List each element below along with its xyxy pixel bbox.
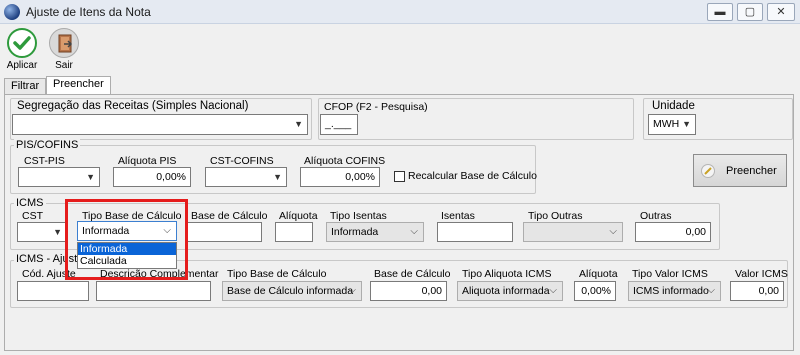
maximize-button[interactable]: ▢ — [737, 3, 763, 21]
tipo-valor-value: ICMS informado — [633, 285, 709, 297]
tipo-aliquota-value: Aliquota informada — [462, 285, 550, 297]
exit-button[interactable]: Sair — [44, 28, 84, 71]
chevron-down-icon: ⌵ — [707, 285, 715, 296]
dropdown-arrow-icon: ▼ — [86, 172, 95, 182]
cod-ajuste-input[interactable] — [17, 281, 89, 301]
tipo-outras-select[interactable]: ⌵ — [523, 222, 623, 242]
unidade-value: MWH — [653, 118, 680, 130]
minimize-button[interactable]: ▬ — [707, 3, 733, 21]
door-exit-icon — [49, 28, 79, 58]
tipo-valor-label: Tipo Valor ICMS — [632, 268, 708, 280]
outras-input[interactable]: 0,00 — [635, 222, 711, 242]
apply-label: Aplicar — [6, 60, 38, 71]
ajuste-base-label: Base de Cálculo — [374, 268, 451, 280]
chevron-down-icon: ⌵ — [163, 225, 171, 236]
window-title: Ajuste de Itens da Nota — [26, 5, 151, 19]
chevron-down-icon: ⌵ — [549, 285, 557, 296]
chevron-down-icon: ⌵ — [348, 285, 356, 296]
tipo-aliquota-label: Tipo Aliquota ICMS — [462, 268, 552, 280]
close-button[interactable]: ✕ — [767, 3, 795, 21]
icms-tipo-base-value: Informada — [82, 225, 130, 237]
cfop-input[interactable]: _.___ — [320, 114, 358, 135]
cst-cofins-label: CST-COFINS — [210, 155, 274, 167]
unidade-select[interactable]: MWH ▼ — [648, 114, 696, 135]
unidade-label: Unidade — [652, 100, 695, 112]
preencher-label: Preencher — [726, 165, 777, 177]
aliquota-cofins-label: Alíquota COFINS — [304, 155, 386, 167]
tipo-outras-label: Tipo Outras — [528, 210, 583, 222]
dropdown-option-calculada[interactable]: Calculada — [78, 255, 176, 267]
app-globe-icon — [4, 4, 20, 20]
segregacao-select[interactable]: ▼ — [12, 114, 308, 135]
tipo-isentas-select[interactable]: Informada ⌵ — [326, 222, 424, 242]
aliquota-pis-label: Alíquota PIS — [118, 155, 177, 167]
dropdown-arrow-icon: ▼ — [682, 119, 691, 129]
icms-label: ICMS — [14, 197, 46, 209]
recalcular-label: Recalcular Base de Cálculo — [408, 170, 537, 182]
dropdown-arrow-icon: ▼ — [294, 119, 303, 129]
pis-cofins-label: PIS/COFINS — [14, 139, 81, 151]
cst-cofins-select[interactable]: ▼ — [205, 167, 287, 187]
cst-pis-select[interactable]: ▼ — [18, 167, 100, 187]
icms-tipo-base-select[interactable]: Informada ⌵ — [77, 221, 177, 241]
isentas-label: Isentas — [441, 210, 475, 222]
ajuste-tipo-base-value: Base de Cálculo informada — [227, 285, 354, 297]
tab-preencher[interactable]: Preencher — [46, 76, 111, 95]
icms-base-input[interactable] — [186, 222, 262, 242]
ajuste-aliquota-label: Alíquota — [579, 268, 618, 280]
icms-base-label: Base de Cálculo — [191, 210, 268, 222]
segregacao-label: Segregação das Receitas (Simples Naciona… — [17, 100, 249, 112]
dropdown-option-informada[interactable]: Informada — [78, 243, 176, 255]
dropdown-arrow-icon: ▼ — [273, 172, 282, 182]
valor-icms-label: Valor ICMS — [735, 268, 788, 280]
tab-filtrar[interactable]: Filtrar — [4, 78, 47, 94]
ajuste-base-input[interactable]: 0,00 — [370, 281, 447, 301]
ajuste-tipo-base-label: Tipo Base de Cálculo — [227, 268, 327, 280]
isentas-input[interactable] — [437, 222, 513, 242]
icms-cst-label: CST — [22, 210, 43, 222]
aliquota-pis-input[interactable]: 0,00% — [113, 167, 191, 187]
preencher-button[interactable]: Preencher — [693, 154, 787, 187]
cfop-label: CFOP (F2 - Pesquisa) — [324, 101, 428, 113]
outras-label: Outras — [640, 210, 672, 222]
checkmark-icon — [7, 28, 37, 58]
tipo-isentas-label: Tipo Isentas — [330, 210, 387, 222]
dropdown-arrow-icon: ▼ — [53, 227, 62, 237]
chevron-down-icon: ⌵ — [410, 226, 418, 237]
tipo-isentas-value: Informada — [331, 226, 379, 238]
icms-aliquota-input[interactable] — [275, 222, 313, 242]
chevron-down-icon: ⌵ — [609, 226, 617, 237]
valor-icms-input[interactable]: 0,00 — [730, 281, 784, 301]
aliquota-cofins-input[interactable]: 0,00% — [300, 167, 380, 187]
cst-pis-label: CST-PIS — [24, 155, 65, 167]
descricao-input[interactable] — [96, 281, 211, 301]
recalcular-checkbox[interactable] — [394, 171, 405, 182]
icms-aliquota-label: Alíquota — [279, 210, 318, 222]
ajuste-tipo-base-select[interactable]: Base de Cálculo informada ⌵ — [222, 281, 362, 301]
icms-cst-select[interactable]: ▼ — [17, 222, 67, 242]
tipo-base-dropdown-list: Informada Calculada — [77, 242, 177, 269]
pencil-icon — [701, 164, 715, 178]
tipo-aliquota-select[interactable]: Aliquota informada ⌵ — [457, 281, 563, 301]
apply-button[interactable]: Aplicar — [2, 28, 42, 71]
ajuste-aliquota-input[interactable]: 0,00% — [574, 281, 616, 301]
exit-label: Sair — [55, 60, 73, 71]
tipo-valor-select[interactable]: ICMS informado ⌵ — [628, 281, 721, 301]
